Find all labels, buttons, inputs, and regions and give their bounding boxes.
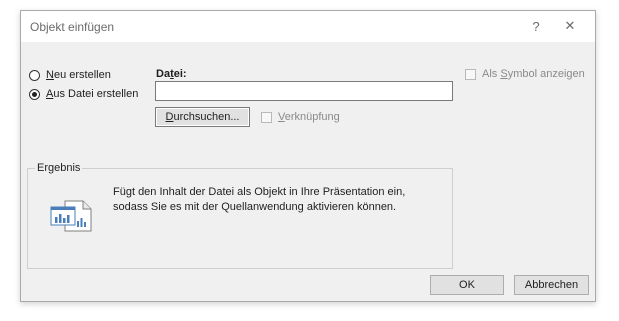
radio-create-new-indicator[interactable] bbox=[29, 69, 40, 81]
radio-create-new[interactable]: Neu erstellen bbox=[29, 69, 111, 81]
title-bar: Objekt einfügen ? ✕ bbox=[21, 11, 595, 42]
result-description-line-2: sodass Sie es mit der Quellanwendung akt… bbox=[113, 201, 397, 213]
display-as-icon-checkbox[interactable] bbox=[465, 68, 476, 80]
result-description-line-1: Fügt den Inhalt der Datei als Objekt in … bbox=[113, 186, 406, 198]
file-label: Datei: bbox=[156, 68, 187, 80]
link-checkbox-row[interactable]: Verknüpfung bbox=[261, 111, 340, 123]
radio-create-from-file[interactable]: Aus Datei erstellen bbox=[29, 88, 138, 100]
ok-button[interactable]: OK bbox=[430, 275, 504, 295]
link-checkbox[interactable] bbox=[261, 111, 272, 123]
embedded-document-icon bbox=[50, 200, 92, 232]
link-checkbox-label: Verknüpfung bbox=[278, 111, 340, 123]
browse-button[interactable]: Durchsuchen... bbox=[155, 107, 250, 127]
close-button[interactable]: ✕ bbox=[557, 15, 583, 37]
display-as-icon-row[interactable]: Als Symbol anzeigen bbox=[465, 68, 585, 80]
result-description: Fügt den Inhalt der Datei als Objekt in … bbox=[113, 185, 443, 215]
radio-create-from-file-label: Aus Datei erstellen bbox=[46, 88, 139, 100]
insert-object-dialog: Objekt einfügen ? ✕ Neu erstellen Aus Da… bbox=[20, 10, 596, 302]
cancel-button[interactable]: Abbrechen bbox=[514, 275, 589, 295]
radio-create-new-label: Neu erstellen bbox=[46, 69, 111, 81]
display-as-icon-label: Als Symbol anzeigen bbox=[482, 68, 585, 80]
dialog-title: Objekt einfügen bbox=[30, 20, 115, 34]
help-button[interactable]: ? bbox=[523, 15, 549, 37]
result-title: Ergebnis bbox=[35, 162, 83, 174]
file-path-input[interactable] bbox=[155, 81, 453, 101]
radio-create-from-file-indicator[interactable] bbox=[29, 88, 40, 100]
